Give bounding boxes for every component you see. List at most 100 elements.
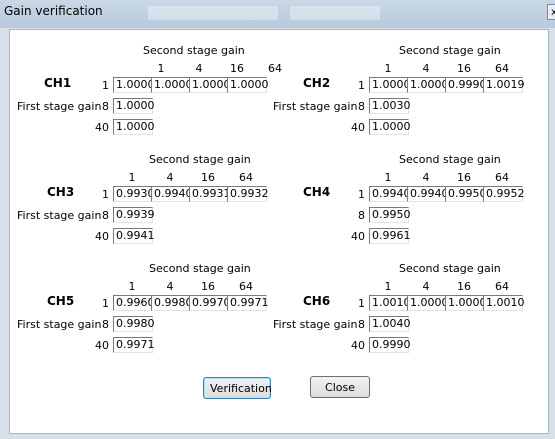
gain-value-field[interactable]: 1.0000 [407,77,449,93]
column-header: 4 [422,280,430,293]
gain-value-field[interactable]: 1.0000 [151,77,193,93]
gain-value-field[interactable]: 0.9971 [227,295,269,311]
row-header: 40 [351,339,365,352]
gain-value-field[interactable]: 0.9970 [189,295,231,311]
gain-value-field[interactable]: 1.0040 [369,316,411,332]
gain-value-field[interactable]: 1.0010 [369,295,411,311]
gain-value-field[interactable]: 1.0000 [445,295,487,311]
row-header: 8 [102,209,109,222]
channel-group-ch2: Second stage gain 1 4 16 64 CH2 1 1.0000… [273,42,533,152]
first-stage-gain-label: First stage gain [17,318,102,331]
gain-value-field[interactable]: 1.0000 [369,77,411,93]
column-header: 64 [495,171,509,184]
column-header: 64 [495,280,509,293]
column-header: 16 [457,171,471,184]
gain-value-field[interactable]: 1.0000 [369,119,411,135]
gain-value-field[interactable]: 0.9990 [369,337,411,353]
column-header: 4 [166,280,174,293]
gain-value-field[interactable]: 0.9940 [369,186,411,202]
dialog-client-area: Second stage gain 1 4 16 64 CH1 1 1.0000… [9,29,549,434]
gain-value-field[interactable]: 1.0000 [227,77,269,93]
second-stage-gain-label: Second stage gain [149,153,251,166]
channel-group-ch3: Second stage gain 1 4 16 64 CH3 1 0.9930… [17,151,277,261]
channel-name: CH5 [47,294,75,308]
close-window-icon[interactable]: x [547,4,555,20]
gain-value-field[interactable]: 0.9950 [445,186,487,202]
column-header: 1 [128,171,136,184]
channel-name: CH3 [47,185,75,199]
gain-value-field[interactable]: 0.9940 [151,186,193,202]
gain-value-field[interactable]: 0.9961 [369,228,411,244]
title-bar-decoration [148,6,278,20]
second-stage-gain-label: Second stage gain [149,262,251,275]
channel-group-ch1: Second stage gain 1 4 16 64 CH1 1 1.0000… [17,42,282,152]
channel-name: CH2 [303,76,331,90]
row-header: 8 [102,100,109,113]
gain-value-field[interactable]: 0.9931 [189,186,231,202]
column-header: 4 [166,171,174,184]
row-header: 8 [358,318,365,331]
window-title: Gain verification [4,4,103,18]
close-button[interactable]: Close [310,376,370,398]
gain-value-field[interactable]: 0.9960 [113,295,155,311]
row-header: 40 [95,339,109,352]
column-header: 64 [239,171,253,184]
gain-value-field[interactable]: 0.9932 [227,186,269,202]
row-header: 40 [351,121,365,134]
gain-value-field[interactable]: 1.0030 [369,98,411,114]
column-header: 1 [128,280,136,293]
first-stage-gain-label: First stage gain [273,100,358,113]
gain-value-field[interactable]: 0.9971 [113,337,155,353]
column-header: 1 [157,62,165,75]
column-header: 16 [230,62,244,75]
channel-group-ch5: Second stage gain 1 4 16 64 CH5 1 0.9960… [17,260,277,370]
column-header: 64 [495,62,509,75]
column-header: 4 [422,62,430,75]
gain-value-field[interactable]: 0.9980 [151,295,193,311]
first-stage-gain-label: First stage gain [17,100,102,113]
second-stage-gain-label: Second stage gain [399,153,501,166]
gain-value-field[interactable]: 1.0000 [113,77,155,93]
title-bar-decoration [290,6,380,20]
column-header: 16 [201,280,215,293]
row-header: 40 [95,230,109,243]
column-header: 1 [384,171,392,184]
column-header: 1 [384,280,392,293]
gain-value-field[interactable]: 0.9941 [113,228,155,244]
gain-value-field[interactable]: 0.9930 [113,186,155,202]
column-header: 16 [457,62,471,75]
verification-button[interactable]: Verification [203,377,272,399]
title-bar: Gain verification x [0,0,555,28]
row-header: 40 [351,230,365,243]
column-header: 16 [457,280,471,293]
gain-value-field[interactable]: 0.9940 [407,186,449,202]
gain-value-field[interactable]: 1.0000 [113,119,155,135]
second-stage-gain-label: Second stage gain [399,44,501,57]
row-header: 8 [102,318,109,331]
gain-value-field[interactable]: 1.0019 [483,77,525,93]
column-header: 4 [195,62,203,75]
gain-value-field[interactable]: 1.0000 [407,295,449,311]
gain-value-field[interactable]: 1.0010 [483,295,525,311]
row-header: 1 [102,79,109,92]
column-header: 4 [422,171,430,184]
row-header: 1 [358,79,365,92]
second-stage-gain-label: Second stage gain [143,44,245,57]
gain-value-field[interactable]: 0.9939 [113,207,155,223]
row-header: 1 [102,297,109,310]
gain-value-field[interactable]: 0.9950 [369,207,411,223]
row-header: 1 [358,188,365,201]
gain-value-field[interactable]: 0.9990 [445,77,487,93]
gain-value-field[interactable]: 0.9980 [113,316,155,332]
channel-group-ch6: Second stage gain 1 4 16 64 CH6 1 1.0010… [273,260,533,370]
channel-name: CH4 [303,185,331,199]
row-header: 8 [358,209,365,222]
first-stage-gain-label: First stage gain [273,318,358,331]
channel-group-ch4: Second stage gain 1 4 16 64 CH4 1 0.9940… [273,151,533,261]
gain-value-field[interactable]: 1.0000 [189,77,231,93]
first-stage-gain-label: First stage gain [17,209,102,222]
row-header: 8 [358,100,365,113]
gain-value-field[interactable]: 0.9952 [483,186,525,202]
gain-value-field[interactable]: 1.0000 [113,98,155,114]
row-header: 1 [102,188,109,201]
